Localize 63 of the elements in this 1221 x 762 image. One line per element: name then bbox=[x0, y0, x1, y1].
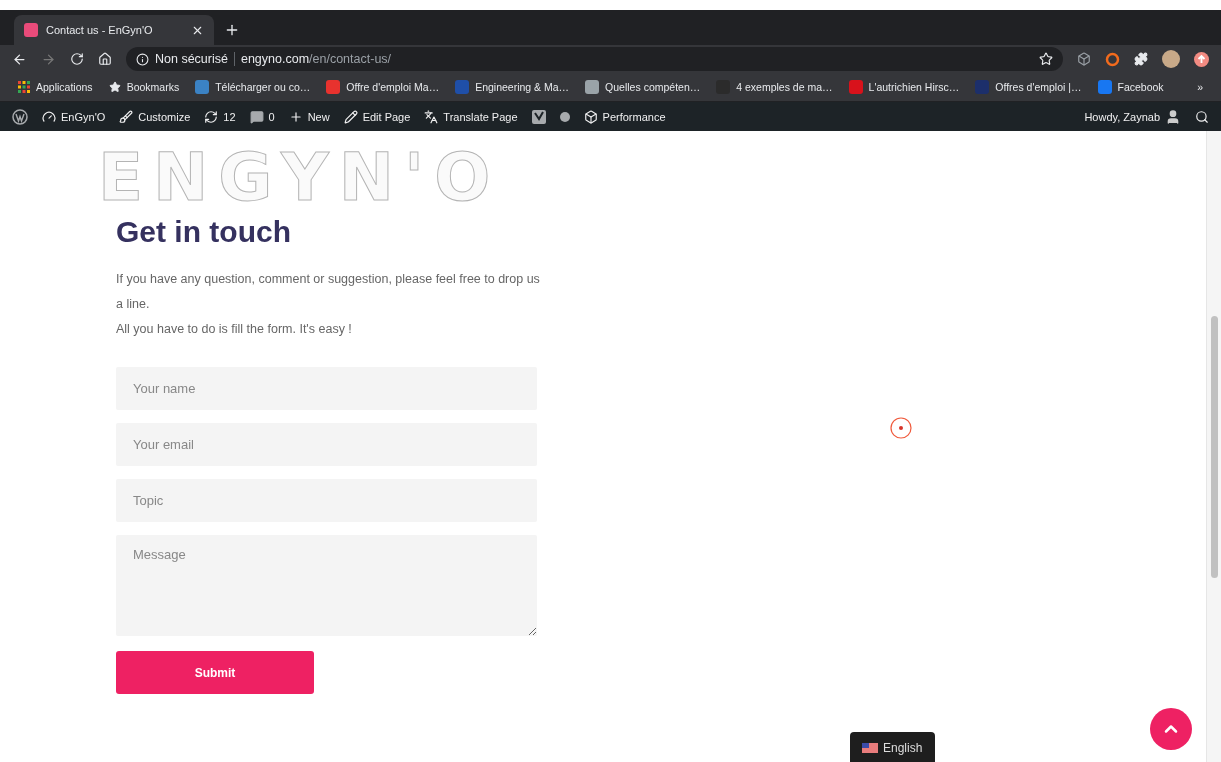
comment-icon bbox=[249, 109, 264, 124]
bookmark-link[interactable]: Bookmarks bbox=[108, 81, 180, 93]
backdrop-title: ENGYN'O bbox=[98, 145, 501, 211]
bookmark-star-icon[interactable] bbox=[1039, 52, 1053, 66]
avatar-icon bbox=[1165, 108, 1181, 125]
form-input-field[interactable]: Topic bbox=[116, 479, 537, 522]
bookmark-link[interactable]: Offres d'emploi |… bbox=[975, 80, 1082, 94]
bookmark-link[interactable]: Offre d'emploi Ma… bbox=[326, 80, 440, 94]
admin-bar-link[interactable]: Performance bbox=[583, 109, 666, 124]
browser-tab[interactable]: Contact us - EnGyn'O bbox=[14, 15, 214, 45]
target-cursor-icon bbox=[890, 417, 912, 439]
star-icon bbox=[108, 81, 121, 93]
intro-text: If you have any question, comment or suggestion, please feel free to drop us a line. bbox=[116, 271, 541, 313]
info-icon bbox=[136, 52, 149, 66]
status-dot-icon bbox=[559, 111, 570, 122]
translate-icon bbox=[424, 109, 439, 124]
bookmark-link[interactable]: Quelles compéten… bbox=[585, 80, 701, 94]
message-field[interactable]: Message bbox=[116, 535, 537, 636]
bookmark-link[interactable]: L'autrichien Hirsc… bbox=[848, 80, 960, 94]
address-bar[interactable]: Non sécurisé engyno.com/en/contact-us/ bbox=[126, 47, 1063, 71]
search-icon[interactable] bbox=[1195, 109, 1209, 124]
bookmark-link[interactable]: Applications bbox=[18, 81, 93, 93]
profile-avatar-icon[interactable] bbox=[1162, 50, 1180, 68]
back-icon[interactable] bbox=[12, 51, 27, 67]
admin-bar-link[interactable]: New bbox=[288, 109, 330, 124]
account-link[interactable]: Howdy, Zaynab bbox=[1084, 108, 1181, 125]
reload-icon[interactable] bbox=[70, 52, 84, 66]
extensions-icon[interactable] bbox=[1134, 52, 1148, 66]
admin-bar-link[interactable]: EnGyn'O bbox=[42, 109, 106, 124]
apps-grid-icon bbox=[18, 81, 30, 93]
ring-extension-icon[interactable] bbox=[1105, 51, 1120, 67]
brush-icon bbox=[119, 109, 134, 124]
box-icon bbox=[583, 109, 598, 124]
page-heading: Get in touch bbox=[116, 215, 292, 249]
admin-bar-link[interactable]: 0 bbox=[249, 109, 275, 124]
dashboard-icon bbox=[42, 109, 56, 124]
refresh-icon bbox=[204, 109, 219, 124]
admin-bar-link[interactable]: Customize bbox=[119, 109, 191, 124]
form-input-field[interactable]: Your email bbox=[116, 423, 537, 466]
pencil-icon bbox=[343, 109, 358, 124]
wordpress-logo-icon bbox=[12, 108, 28, 125]
bookmark-link[interactable]: Engineering & Ma… bbox=[455, 80, 570, 94]
flag-icon bbox=[862, 742, 878, 753]
language-switcher[interactable]: English bbox=[850, 732, 935, 762]
home-icon[interactable] bbox=[98, 52, 112, 66]
more-bookmarks-chevron[interactable]: » bbox=[1197, 81, 1203, 93]
scrollbar-thumb[interactable] bbox=[1210, 316, 1218, 578]
back-to-top-button[interactable] bbox=[1150, 708, 1192, 750]
update-icon[interactable] bbox=[1194, 51, 1209, 67]
intro-text: All you have to do is fill the form. It's easy ! bbox=[116, 321, 353, 338]
admin-bar-link[interactable]: Edit Page bbox=[343, 109, 411, 124]
submit-button[interactable]: Submit bbox=[116, 651, 314, 694]
forward-icon[interactable] bbox=[41, 51, 56, 67]
bookmark-link[interactable]: 4 exemples de ma… bbox=[716, 80, 833, 94]
admin-bar-link[interactable]: 12 bbox=[204, 109, 236, 124]
bookmark-link[interactable]: Télécharger ou co… bbox=[195, 80, 311, 94]
box-icon[interactable] bbox=[1077, 52, 1091, 66]
admin-bar-link[interactable]: Translate Page bbox=[424, 109, 518, 124]
site-favicon-icon bbox=[24, 23, 38, 37]
form-input-field[interactable]: Your name bbox=[116, 367, 537, 410]
plus-icon bbox=[288, 109, 303, 124]
bookmark-link[interactable]: Facebook bbox=[1097, 80, 1164, 94]
new-tab-icon[interactable] bbox=[224, 22, 240, 38]
